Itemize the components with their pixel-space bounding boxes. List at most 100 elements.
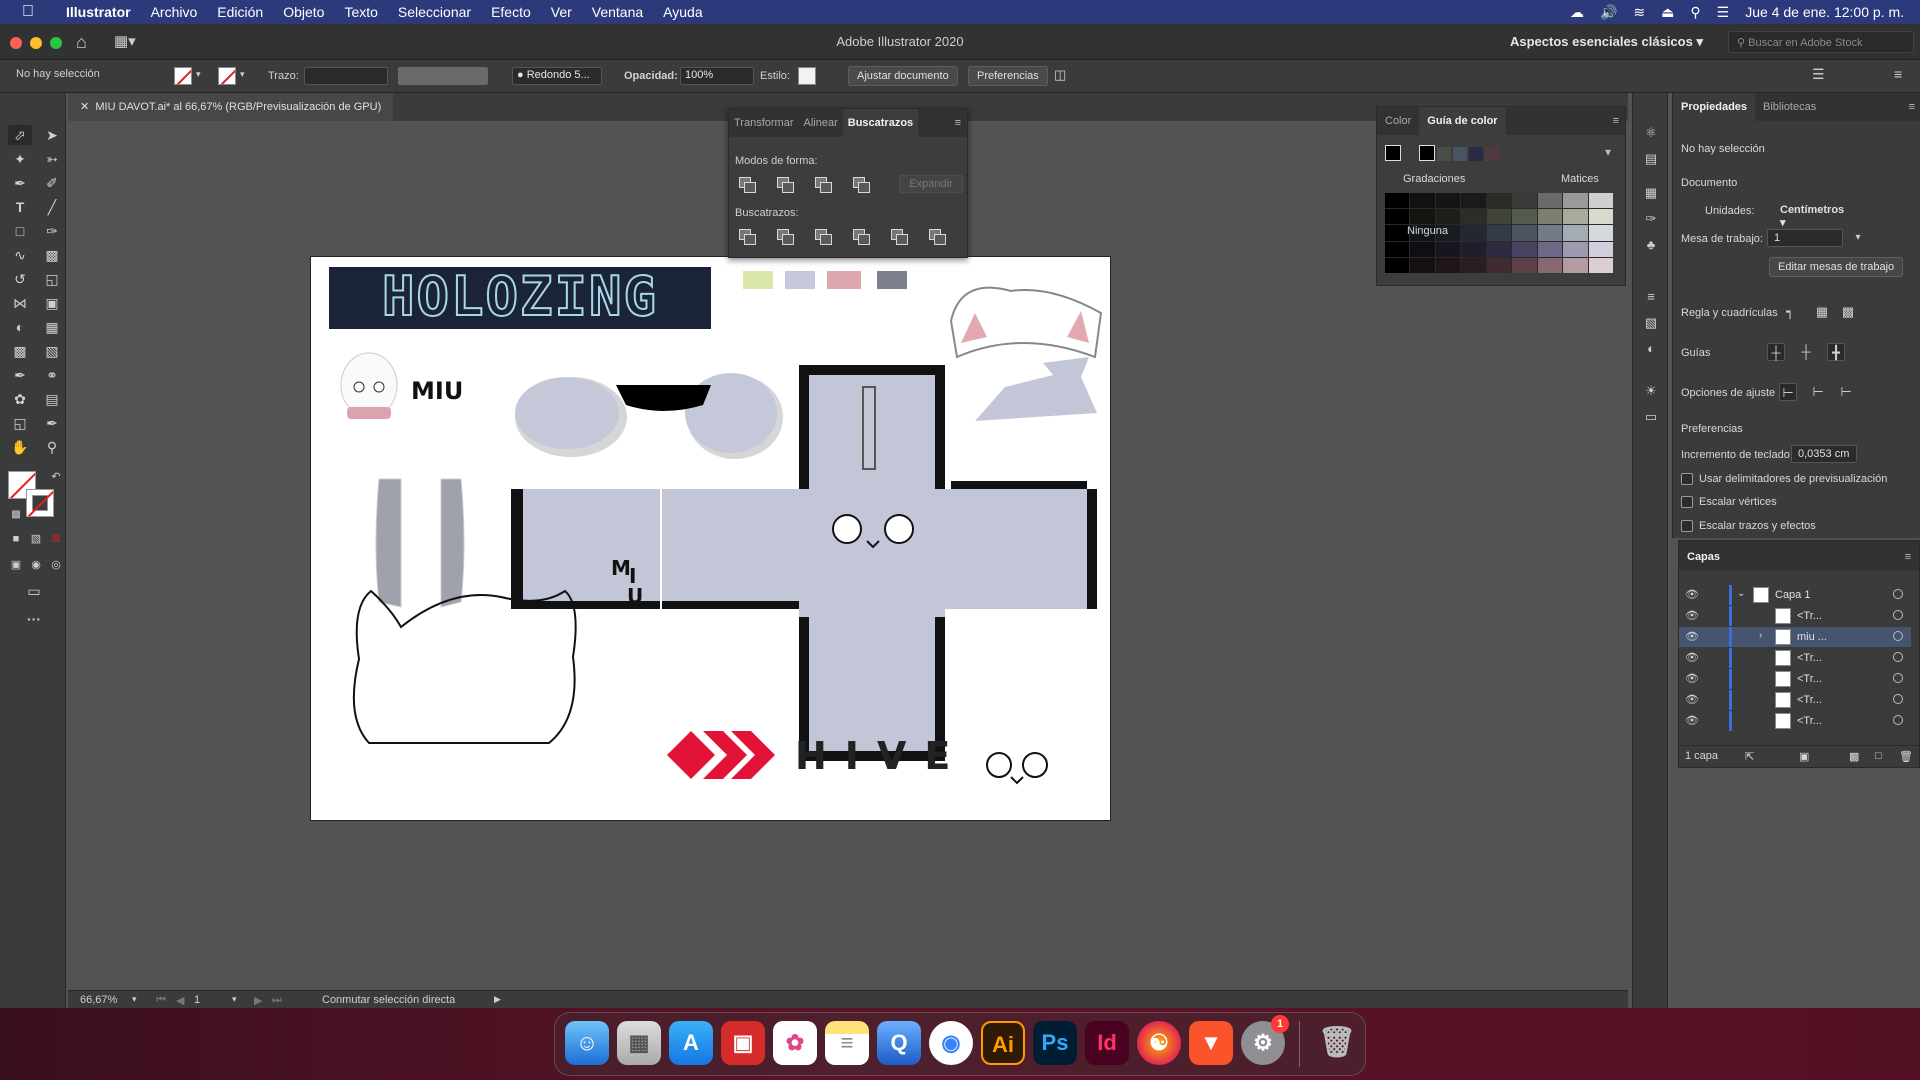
menu-texto[interactable]: Texto bbox=[334, 4, 387, 20]
dock-finder[interactable]: ☺ bbox=[565, 1021, 609, 1065]
shape-builder-tool-icon[interactable]: ◐ bbox=[8, 317, 32, 337]
stroke-dropdown-icon[interactable]: ▾ bbox=[240, 69, 245, 80]
none-mode-icon[interactable]: ☒ bbox=[44, 529, 68, 549]
visibility-eye-icon[interactable]: 👁 bbox=[1685, 609, 1699, 622]
spotlight-search-icon[interactable]: ⚲ bbox=[1690, 4, 1700, 21]
crop-icon[interactable] bbox=[853, 229, 870, 245]
tab-propiedades[interactable]: Propiedades bbox=[1673, 93, 1756, 121]
outline-icon[interactable] bbox=[891, 229, 908, 245]
workspace-switcher[interactable]: Aspectos esenciales clásicos ▾ bbox=[1510, 34, 1703, 50]
visibility-eye-icon[interactable]: 👁 bbox=[1685, 651, 1699, 664]
dock-launchpad[interactable]: ▦ bbox=[617, 1021, 661, 1065]
fill-swatch[interactable] bbox=[174, 67, 192, 85]
blend-tool-icon[interactable]: ⚭ bbox=[40, 365, 64, 385]
artboard-dropdown-icon[interactable]: ▾ bbox=[232, 994, 237, 1005]
panel-menu-icon[interactable]: ≡ bbox=[1905, 551, 1911, 563]
edit-artboards-button[interactable]: Editar mesas de trabajo bbox=[1769, 257, 1904, 277]
export-icon[interactable]: ▭ bbox=[1641, 409, 1661, 427]
preview-bounds-checkbox[interactable] bbox=[1681, 473, 1693, 485]
menu-seleccionar[interactable]: Seleccionar bbox=[388, 4, 481, 20]
free-transform-tool-icon[interactable]: ▣ bbox=[40, 293, 64, 313]
lasso-tool-icon[interactable]: ➳ bbox=[40, 149, 64, 169]
swap-colors-icon[interactable]: ↶ bbox=[44, 467, 68, 487]
visibility-eye-icon[interactable]: 👁 bbox=[1685, 714, 1699, 727]
tab-guia-de-color[interactable]: Guía de color bbox=[1419, 107, 1506, 135]
transparency-icon[interactable]: ◐ bbox=[1641, 341, 1661, 359]
artboard-tool-icon[interactable]: ◱ bbox=[8, 413, 32, 433]
opacity-field[interactable]: 100% bbox=[680, 67, 754, 85]
layer-row[interactable]: 👁 › miu ... bbox=[1679, 627, 1911, 647]
direct-selection-tool-icon[interactable]: ➤ bbox=[40, 125, 64, 145]
stroke-swatch[interactable] bbox=[218, 67, 236, 85]
scale-tool-icon[interactable]: ◱ bbox=[40, 269, 64, 289]
tab-bibliotecas[interactable]: Bibliotecas bbox=[1755, 93, 1824, 121]
fit-document-button[interactable]: Ajustar documento bbox=[848, 66, 958, 86]
dock-photos[interactable]: ✿ bbox=[773, 1021, 817, 1065]
dock-brave[interactable]: ▼ bbox=[1189, 1021, 1233, 1065]
harmony-swatch-4[interactable] bbox=[1469, 147, 1483, 161]
menu-ver[interactable]: Ver bbox=[541, 4, 582, 20]
rulers-icon[interactable]: ┑ bbox=[1781, 303, 1799, 321]
layer-name[interactable]: <Tr... bbox=[1797, 694, 1822, 706]
expand-arrow-icon[interactable]: › bbox=[1759, 630, 1762, 641]
column-graph-tool-icon[interactable]: ▤ bbox=[40, 389, 64, 409]
harmony-swatch-2[interactable] bbox=[1437, 147, 1451, 161]
control-center-icon[interactable]: ☰ bbox=[1717, 4, 1730, 21]
volume-icon[interactable]: 🔊 bbox=[1600, 4, 1617, 21]
zoom-dropdown-icon[interactable]: ▾ bbox=[132, 994, 137, 1005]
panel-menu-icon[interactable]: ≡ bbox=[1607, 107, 1625, 135]
tab-color[interactable]: Color bbox=[1377, 107, 1419, 135]
dock-firefox[interactable]: ☯ bbox=[1137, 1021, 1181, 1065]
target-circle-icon[interactable] bbox=[1893, 673, 1903, 683]
preferences-button[interactable]: Preferencias bbox=[968, 66, 1048, 86]
scale-strokes-checkbox[interactable] bbox=[1681, 520, 1693, 532]
zoom-level[interactable]: 66,67% bbox=[80, 994, 117, 1006]
dock-illustrator[interactable]: Ai bbox=[981, 1021, 1025, 1065]
exclude-icon[interactable] bbox=[853, 177, 870, 193]
first-artboard-icon[interactable]: ⏮ bbox=[156, 994, 166, 1007]
menu-edicion[interactable]: Edición bbox=[207, 4, 273, 20]
variable-width-profile[interactable] bbox=[398, 67, 488, 85]
visibility-eye-icon[interactable]: 👁 bbox=[1685, 630, 1699, 643]
eject-icon[interactable]: ⏏ bbox=[1661, 4, 1674, 21]
menu-ayuda[interactable]: Ayuda bbox=[653, 4, 712, 20]
unite-icon[interactable] bbox=[739, 177, 756, 193]
target-circle-icon[interactable] bbox=[1893, 589, 1903, 599]
visibility-eye-icon[interactable]: 👁 bbox=[1685, 672, 1699, 685]
stroke-weight-field[interactable] bbox=[304, 67, 388, 85]
zoom-tool-icon[interactable]: ⚲ bbox=[40, 437, 64, 457]
edit-toolbar-icon[interactable]: ··· bbox=[22, 609, 46, 629]
shaper-tool-icon[interactable]: ∿ bbox=[8, 245, 32, 265]
panel-menu-icon[interactable]: ≡ bbox=[949, 109, 967, 137]
creative-cloud-icon[interactable]: ☁ bbox=[1570, 4, 1584, 21]
menu-ventana[interactable]: Ventana bbox=[582, 4, 653, 20]
symbols-icon[interactable]: ♣ bbox=[1641, 237, 1661, 255]
visibility-eye-icon[interactable]: 👁 bbox=[1685, 588, 1699, 601]
brushes-icon[interactable]: ✑ bbox=[1641, 211, 1661, 229]
swatches-icon[interactable]: ▦ bbox=[1641, 185, 1661, 203]
artboard-select[interactable]: 1 bbox=[1767, 229, 1843, 247]
target-circle-icon[interactable] bbox=[1893, 631, 1903, 641]
layer-row[interactable]: 👁 <Tr... bbox=[1679, 606, 1911, 626]
trim-icon[interactable] bbox=[777, 229, 794, 245]
smart-guides-icon[interactable]: ╋ bbox=[1827, 343, 1845, 361]
target-circle-icon[interactable] bbox=[1893, 610, 1903, 620]
selection-tool-icon[interactable]: ⬀ bbox=[8, 125, 32, 145]
status-menu-icon[interactable]: ▶ bbox=[494, 994, 501, 1005]
rotate-tool-icon[interactable]: ↺ bbox=[8, 269, 32, 289]
dock-notes[interactable]: ≡ bbox=[825, 1021, 869, 1065]
align-options-icon[interactable]: ◫ bbox=[1054, 67, 1066, 83]
eyedropper-tool-icon[interactable]: ✒ bbox=[8, 365, 32, 385]
menu-app-illustrator[interactable]: Illustrator bbox=[56, 4, 141, 20]
layer-name[interactable]: <Tr... bbox=[1797, 715, 1822, 727]
new-layer-icon[interactable]: □ bbox=[1875, 750, 1882, 762]
line-tool-icon[interactable]: ╱ bbox=[40, 197, 64, 217]
gradient-panel-icon[interactable]: ▧ bbox=[1641, 315, 1661, 333]
width-tool-icon[interactable]: ⋈ bbox=[8, 293, 32, 313]
apple-menu-icon[interactable]:  bbox=[0, 3, 56, 21]
hand-tool-icon[interactable]: ✋ bbox=[8, 437, 32, 457]
tab-buscatrazos[interactable]: Buscatrazos bbox=[842, 109, 919, 137]
show-guides-icon[interactable]: ┼ bbox=[1767, 343, 1785, 361]
eraser-tool-icon[interactable]: ▩ bbox=[40, 245, 64, 265]
keyboard-increment-field[interactable]: 0,0353 cm bbox=[1791, 445, 1857, 463]
